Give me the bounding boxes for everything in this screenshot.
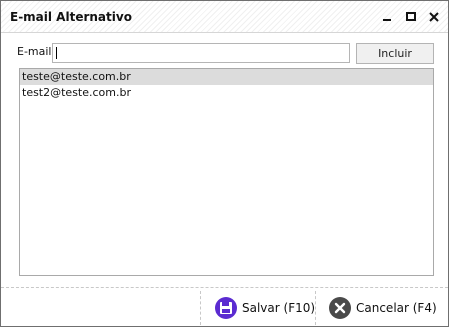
save-label: Salvar (F10) <box>242 301 316 315</box>
maximize-icon[interactable] <box>402 8 420 26</box>
dialog-footer: Salvar (F10) Cancelar (F4) <box>1 287 448 326</box>
cancel-label: Cancelar (F4) <box>356 301 437 315</box>
cancel-button[interactable]: Cancelar (F4) <box>329 295 437 321</box>
dialog-content: E-mail Incluir teste@teste.com.br test2@t… <box>1 33 448 286</box>
footer-divider <box>315 291 316 325</box>
email-label: E-mail <box>17 45 52 58</box>
email-list-item[interactable]: teste@teste.com.br <box>20 69 433 85</box>
floppy-disk-icon <box>215 297 237 319</box>
add-email-button[interactable]: Incluir <box>356 43 434 64</box>
email-input[interactable] <box>52 43 350 63</box>
text-caret <box>56 47 57 59</box>
save-button[interactable]: Salvar (F10) <box>215 295 315 321</box>
cancel-x-icon <box>329 297 351 319</box>
minimize-icon[interactable] <box>378 8 396 26</box>
email-list[interactable]: teste@teste.com.br test2@teste.com.br <box>19 68 434 276</box>
window-title: E-mail Alternativo <box>10 10 132 24</box>
title-bar[interactable]: E-mail Alternativo <box>1 1 448 33</box>
email-list-item[interactable]: test2@teste.com.br <box>20 85 433 101</box>
close-icon[interactable] <box>425 8 443 26</box>
alternative-email-dialog: E-mail Alternativo E-mail Incluir teste@… <box>0 0 449 327</box>
footer-divider <box>200 291 201 325</box>
